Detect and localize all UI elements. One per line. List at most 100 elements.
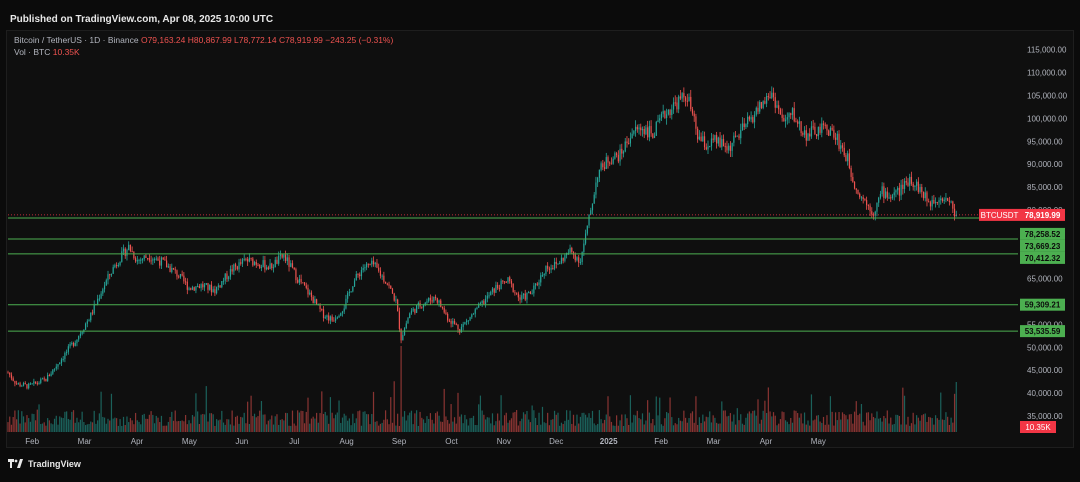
- candle-body[interactable]: [98, 298, 100, 300]
- candle-body[interactable]: [236, 266, 238, 270]
- candle-body[interactable]: [721, 139, 723, 148]
- candle-body[interactable]: [910, 176, 913, 184]
- candle-body[interactable]: [831, 127, 833, 130]
- candle-body[interactable]: [571, 247, 573, 253]
- candle-body[interactable]: [805, 130, 807, 141]
- candle-body[interactable]: [710, 138, 713, 147]
- candle-body[interactable]: [205, 283, 207, 285]
- candle-body[interactable]: [279, 254, 282, 256]
- candle-body[interactable]: [78, 336, 80, 340]
- candle-body[interactable]: [284, 254, 287, 261]
- candle-body[interactable]: [276, 259, 278, 264]
- candle-body[interactable]: [124, 248, 126, 256]
- candle-body[interactable]: [676, 102, 678, 110]
- candle-body[interactable]: [516, 292, 518, 294]
- candle-body[interactable]: [340, 313, 342, 316]
- candle-body[interactable]: [541, 275, 544, 277]
- candle-body[interactable]: [116, 265, 118, 267]
- candle-body[interactable]: [440, 300, 442, 307]
- candle-body[interactable]: [386, 283, 388, 285]
- candle-body[interactable]: [412, 308, 414, 311]
- candle-body[interactable]: [652, 133, 654, 138]
- candle-body[interactable]: [690, 96, 692, 110]
- candle-body[interactable]: [633, 130, 635, 134]
- candle-body[interactable]: [674, 102, 676, 104]
- candle-body[interactable]: [343, 308, 345, 312]
- candle-body[interactable]: [497, 284, 499, 289]
- candle-body[interactable]: [376, 262, 378, 268]
- candle-body[interactable]: [31, 383, 33, 385]
- candle-body[interactable]: [490, 291, 492, 296]
- candle-body[interactable]: [824, 124, 826, 126]
- candle-body[interactable]: [529, 291, 532, 294]
- candle-body[interactable]: [433, 296, 435, 302]
- candle-body[interactable]: [757, 107, 759, 112]
- candle-body[interactable]: [826, 124, 828, 131]
- candle-body[interactable]: [705, 147, 707, 150]
- candle-body[interactable]: [790, 113, 792, 115]
- candle-body[interactable]: [24, 383, 26, 385]
- candle-body[interactable]: [64, 352, 66, 359]
- candle-body[interactable]: [528, 291, 530, 293]
- candle-body[interactable]: [295, 269, 297, 281]
- candle-body[interactable]: [548, 268, 550, 270]
- candle-body[interactable]: [547, 265, 549, 269]
- candle-body[interactable]: [902, 184, 904, 189]
- candle-body[interactable]: [302, 282, 304, 284]
- candle-body[interactable]: [597, 177, 599, 183]
- candle-body[interactable]: [641, 128, 644, 131]
- candle-body[interactable]: [650, 126, 652, 134]
- candle-body[interactable]: [269, 263, 271, 270]
- candle-body[interactable]: [612, 158, 614, 164]
- candle-body[interactable]: [500, 280, 502, 290]
- candle-body[interactable]: [684, 97, 687, 101]
- candle-body[interactable]: [172, 267, 175, 270]
- candle-body[interactable]: [538, 282, 540, 285]
- candle-body[interactable]: [152, 259, 154, 261]
- candle-body[interactable]: [631, 133, 633, 139]
- candle-body[interactable]: [555, 261, 557, 264]
- candle-body[interactable]: [893, 192, 895, 196]
- candle-body[interactable]: [948, 200, 950, 202]
- candle-body[interactable]: [616, 153, 618, 156]
- candle-body[interactable]: [22, 383, 25, 386]
- candle-body[interactable]: [298, 278, 300, 283]
- candle-body[interactable]: [274, 259, 276, 268]
- candle-body[interactable]: [531, 293, 533, 295]
- candle-body[interactable]: [838, 133, 840, 149]
- candle-body[interactable]: [767, 96, 769, 98]
- candle-body[interactable]: [836, 133, 838, 140]
- candle-body[interactable]: [524, 293, 526, 300]
- candle-body[interactable]: [288, 257, 290, 267]
- candle-body[interactable]: [360, 270, 363, 277]
- candle-body[interactable]: [681, 93, 683, 99]
- candle-body[interactable]: [762, 101, 764, 108]
- candle-body[interactable]: [329, 316, 332, 321]
- candle-body[interactable]: [638, 127, 640, 130]
- candle-body[interactable]: [621, 148, 623, 154]
- candle-body[interactable]: [481, 300, 483, 304]
- candle-body[interactable]: [364, 267, 366, 269]
- candle-body[interactable]: [448, 320, 450, 322]
- candle-body[interactable]: [578, 257, 580, 263]
- candle-body[interactable]: [328, 315, 330, 321]
- candle-body[interactable]: [155, 258, 157, 260]
- candle-body[interactable]: [828, 130, 830, 136]
- candle-body[interactable]: [952, 201, 954, 209]
- candle-body[interactable]: [357, 274, 359, 276]
- candle-body[interactable]: [662, 111, 664, 114]
- candle-body[interactable]: [553, 261, 556, 269]
- candle-body[interactable]: [521, 295, 523, 300]
- candle-body[interactable]: [248, 257, 250, 262]
- candle-body[interactable]: [772, 92, 775, 98]
- candle-body[interactable]: [226, 273, 228, 280]
- candle-body[interactable]: [624, 141, 626, 152]
- candle-body[interactable]: [845, 155, 847, 162]
- candle-body[interactable]: [234, 264, 237, 267]
- candle-body[interactable]: [929, 202, 932, 207]
- candle-body[interactable]: [257, 264, 259, 266]
- candle-body[interactable]: [129, 244, 132, 252]
- candle-body[interactable]: [947, 198, 949, 201]
- candle-body[interactable]: [810, 126, 813, 137]
- candle-body[interactable]: [900, 184, 902, 196]
